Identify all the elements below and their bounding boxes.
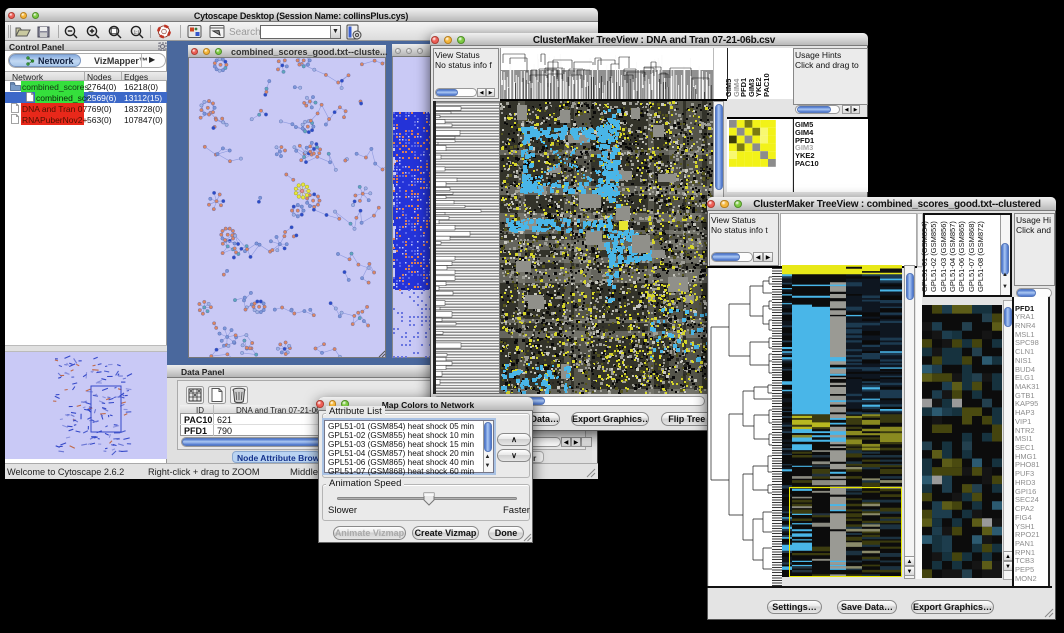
svg-text:1:1: 1:1 [134, 29, 141, 34]
